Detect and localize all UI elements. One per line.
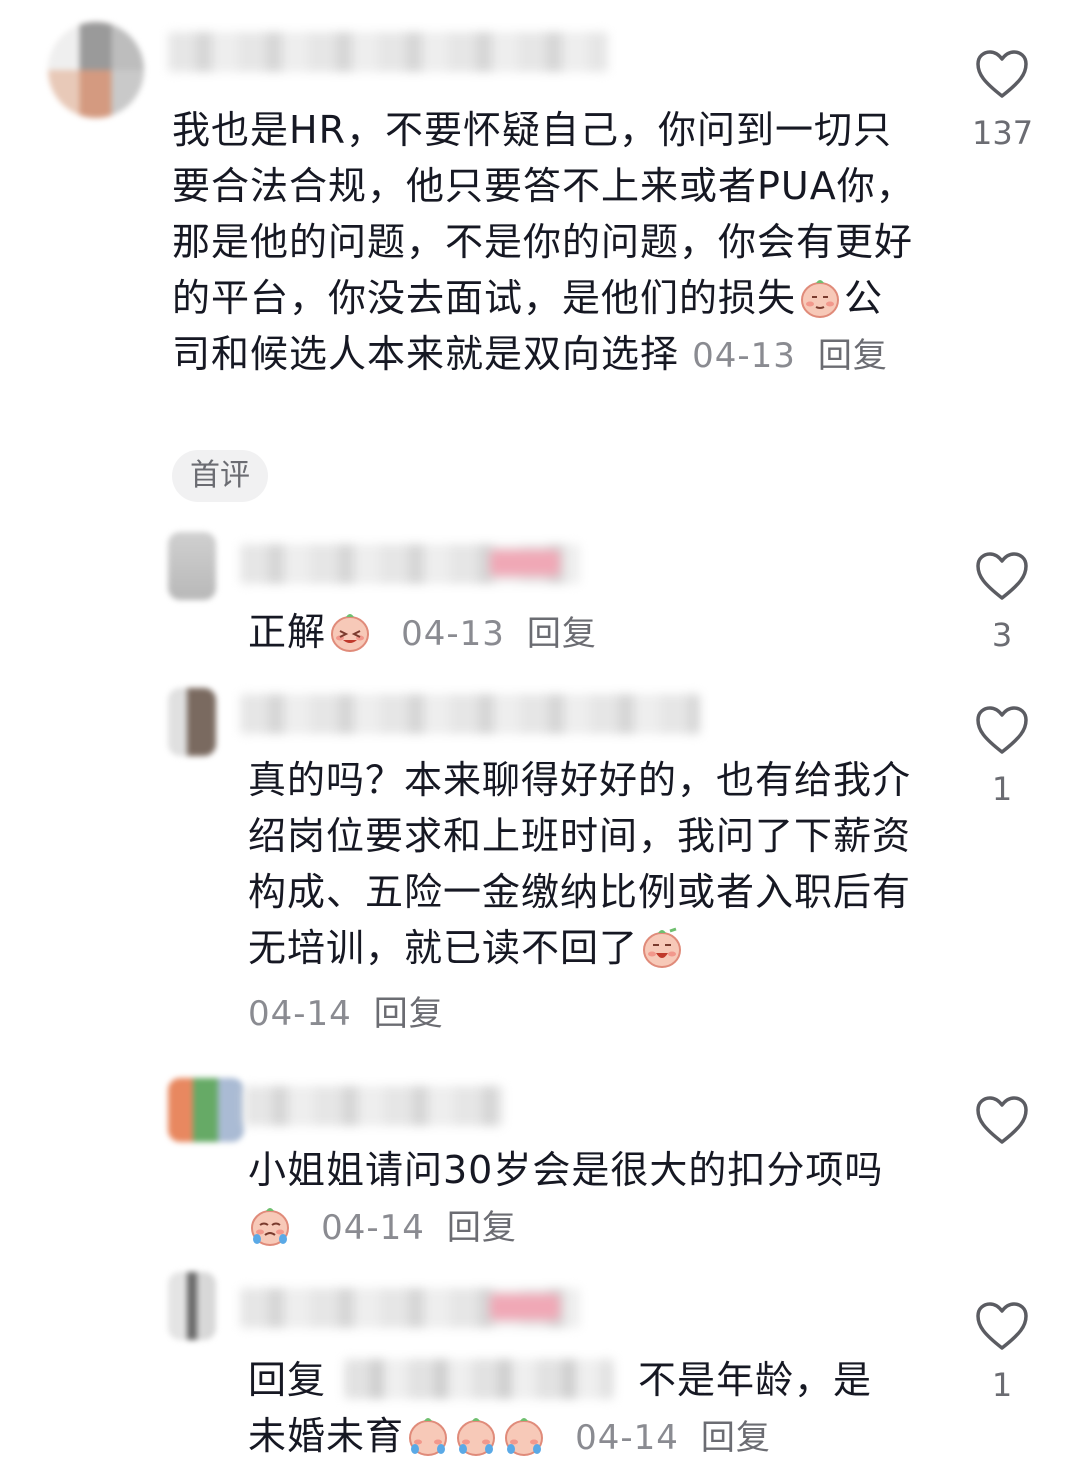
sobbing-face-emoji-icon <box>406 1413 450 1457</box>
heart-icon <box>974 1300 1030 1352</box>
comment-text-body-2: 未婚未育 <box>248 1414 405 1458</box>
comment-text-body: 真的吗？本来聊得好好的，也有给我介绍岗位要求和上班时间，我问了下薪资构成、五险一… <box>248 758 912 970</box>
username-blurred[interactable] <box>240 544 580 584</box>
comment-text: 我也是HR，不要怀疑自己，你问到一切只要合法合规，他只要答不上来或者PUA你，那… <box>172 102 922 384</box>
like-count: 1 <box>991 770 1013 808</box>
reply-prefix: 回复 <box>248 1358 327 1402</box>
username-blurred[interactable] <box>240 694 700 734</box>
comment-date: 04-14 <box>248 994 352 1034</box>
avatar[interactable] <box>168 532 216 600</box>
comment-text-body: 正解 <box>248 610 327 654</box>
avatar[interactable] <box>168 688 216 756</box>
comment-text-body: 小姐姐请问30岁会是很大的扣分项吗 <box>248 1148 884 1192</box>
comment-date: 04-13 <box>692 336 796 376</box>
laughing-face-emoji-icon <box>328 609 372 653</box>
like-button[interactable]: 1 <box>972 704 1032 808</box>
like-count: 3 <box>991 616 1013 654</box>
like-count: 137 <box>972 114 1034 152</box>
like-button[interactable]: 1 <box>972 1300 1032 1404</box>
reply-button[interactable]: 回复 <box>818 336 888 376</box>
like-button[interactable]: 137 <box>972 48 1034 152</box>
comment-text-body: 不是年龄，是 <box>638 1358 873 1402</box>
first-comment-badge: 首评 <box>172 450 268 502</box>
username-blurred[interactable] <box>240 1288 580 1328</box>
heart-icon <box>974 48 1030 100</box>
comment-text: 正解 04-13 回复 <box>248 604 928 662</box>
comment-text: 真的吗？本来聊得好好的，也有给我介绍岗位要求和上班时间，我问了下薪资构成、五险一… <box>248 752 928 976</box>
avatar[interactable] <box>168 1272 216 1340</box>
comment-date: 04-13 <box>401 614 505 654</box>
sobbing-face-emoji-icon <box>502 1413 546 1457</box>
sobbing-face-emoji-icon <box>248 1203 292 1247</box>
username-blurred[interactable] <box>168 32 608 72</box>
reply-button[interactable]: 回复 <box>374 994 444 1034</box>
comment-text: 回复 不是年龄，是 未婚未育 04-14 回复 <box>248 1352 938 1466</box>
reply-button[interactable]: 回复 <box>701 1418 771 1458</box>
heart-icon <box>974 1094 1030 1146</box>
like-button[interactable] <box>972 1094 1032 1160</box>
avatar[interactable] <box>48 22 144 118</box>
heart-icon <box>974 704 1030 756</box>
smug-face-emoji-icon <box>798 275 842 319</box>
crying-face-emoji-icon <box>640 927 684 969</box>
comment-date: 04-14 <box>575 1418 679 1458</box>
username-blurred[interactable] <box>244 1086 504 1126</box>
avatar[interactable] <box>168 1078 244 1142</box>
comment-text: 小姐姐请问30岁会是很大的扣分项吗 04-14 回复 <box>248 1142 938 1256</box>
like-count: 1 <box>991 1366 1013 1404</box>
sobbing-face-emoji-icon <box>454 1413 498 1457</box>
reply-button[interactable]: 回复 <box>527 614 597 654</box>
mentioned-user-blurred[interactable] <box>344 1359 615 1399</box>
reply-button[interactable]: 回复 <box>447 1208 517 1248</box>
like-button[interactable]: 3 <box>972 550 1032 654</box>
comment-date: 04-14 <box>321 1208 425 1248</box>
heart-icon <box>974 550 1030 602</box>
comment-meta: 04-14 回复 <box>248 984 928 1042</box>
